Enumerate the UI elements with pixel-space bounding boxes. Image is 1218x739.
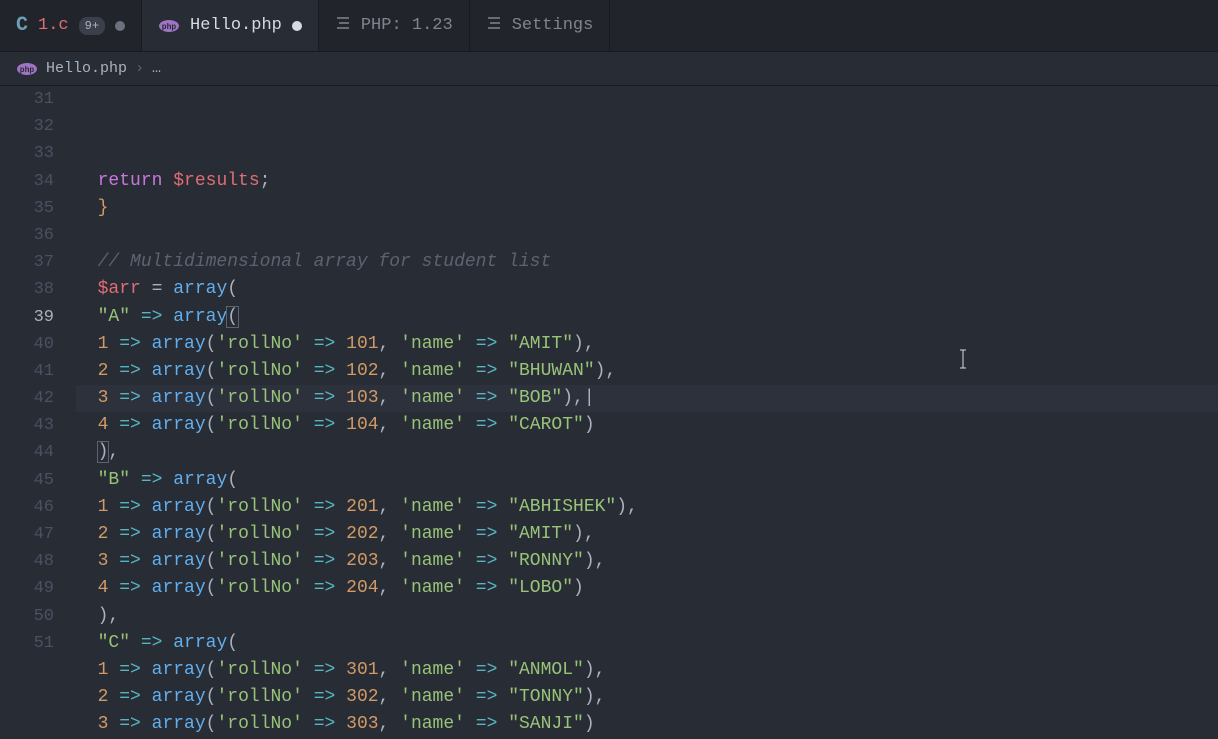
line-number: 40 — [0, 331, 54, 358]
line-number: 36 — [0, 222, 54, 249]
line-number: 33 — [0, 140, 54, 167]
line-number: 31 — [0, 86, 54, 113]
php-file-icon: php — [16, 62, 38, 76]
code-line[interactable]: 3 => array('rollNo' => 103, 'name' => "B… — [76, 385, 1218, 412]
code-line[interactable]: 2 => array('rollNo' => 202, 'name' => "A… — [76, 521, 1218, 548]
list-icon — [335, 16, 351, 36]
line-number: 45 — [0, 467, 54, 494]
line-number: 49 — [0, 575, 54, 602]
code-line[interactable]: 2 => array('rollNo' => 302, 'name' => "T… — [76, 684, 1218, 711]
code-line[interactable]: 3 => array('rollNo' => 203, 'name' => "R… — [76, 548, 1218, 575]
line-number: 46 — [0, 494, 54, 521]
code-line[interactable]: // Multidimensional array for student li… — [76, 249, 1218, 276]
code-line[interactable]: ), — [76, 439, 1218, 466]
code-line[interactable]: return $results; — [76, 168, 1218, 195]
code-line[interactable] — [76, 222, 1218, 249]
line-number: 37 — [0, 249, 54, 276]
code-area[interactable]: return $results; } // Multidimensional a… — [76, 86, 1218, 666]
php-file-icon: php — [158, 19, 180, 33]
tab-php-version[interactable]: PHP: 1.23 — [319, 0, 470, 51]
chevron-right-icon: › — [135, 60, 144, 77]
tab-badge: 9+ — [79, 17, 105, 35]
line-number: 51 — [0, 630, 54, 657]
code-line[interactable]: $arr = array( — [76, 276, 1218, 303]
dirty-indicator-icon — [115, 21, 125, 31]
line-number: 47 — [0, 521, 54, 548]
tab-label: Settings — [512, 16, 594, 35]
code-line[interactable]: } — [76, 195, 1218, 222]
breadcrumb-more: … — [152, 60, 161, 77]
line-number: 42 — [0, 385, 54, 412]
svg-text:php: php — [20, 66, 35, 75]
tab-bar: C 1.c 9+ php Hello.php PHP: 1.23 Setting… — [0, 0, 1218, 52]
tab-label: 1.c — [38, 16, 69, 35]
line-number: 38 — [0, 276, 54, 303]
line-number: 32 — [0, 113, 54, 140]
svg-text:php: php — [162, 23, 177, 32]
code-line[interactable]: 1 => array('rollNo' => 201, 'name' => "A… — [76, 494, 1218, 521]
code-line[interactable]: 4 => array('rollNo' => 104, 'name' => "C… — [76, 412, 1218, 439]
tab-settings[interactable]: Settings — [470, 0, 611, 51]
breadcrumb[interactable]: php Hello.php › … — [0, 52, 1218, 86]
c-file-icon: C — [16, 14, 28, 37]
line-number: 41 — [0, 358, 54, 385]
tab-label: Hello.php — [190, 16, 282, 35]
line-number: 39 — [0, 304, 54, 331]
dirty-indicator-icon — [292, 21, 302, 31]
tab-hello-php[interactable]: php Hello.php — [142, 0, 319, 51]
code-line[interactable]: "A" => array( — [76, 304, 1218, 331]
list-icon — [486, 16, 502, 36]
code-line[interactable]: 4 => array('rollNo' => 204, 'name' => "L… — [76, 575, 1218, 602]
code-line[interactable]: 1 => array('rollNo' => 101, 'name' => "A… — [76, 331, 1218, 358]
line-number: 48 — [0, 548, 54, 575]
tab-1c[interactable]: C 1.c 9+ — [0, 0, 142, 51]
code-line[interactable]: 1 => array('rollNo' => 301, 'name' => "A… — [76, 657, 1218, 684]
line-number: 44 — [0, 439, 54, 466]
code-line[interactable]: "C" => array( — [76, 630, 1218, 657]
breadcrumb-file: Hello.php — [46, 60, 127, 77]
code-line[interactable]: 2 => array('rollNo' => 102, 'name' => "B… — [76, 358, 1218, 385]
line-number: 35 — [0, 195, 54, 222]
editor[interactable]: 3132333435363738394041424344454647484950… — [0, 86, 1218, 666]
line-number: 34 — [0, 168, 54, 195]
code-line[interactable]: "B" => array( — [76, 467, 1218, 494]
tab-label: PHP: 1.23 — [361, 16, 453, 35]
line-number-gutter: 3132333435363738394041424344454647484950… — [0, 86, 76, 666]
line-number: 50 — [0, 603, 54, 630]
code-line[interactable]: ), — [76, 603, 1218, 630]
line-number: 43 — [0, 412, 54, 439]
code-line[interactable]: 3 => array('rollNo' => 303, 'name' => "S… — [76, 711, 1218, 738]
